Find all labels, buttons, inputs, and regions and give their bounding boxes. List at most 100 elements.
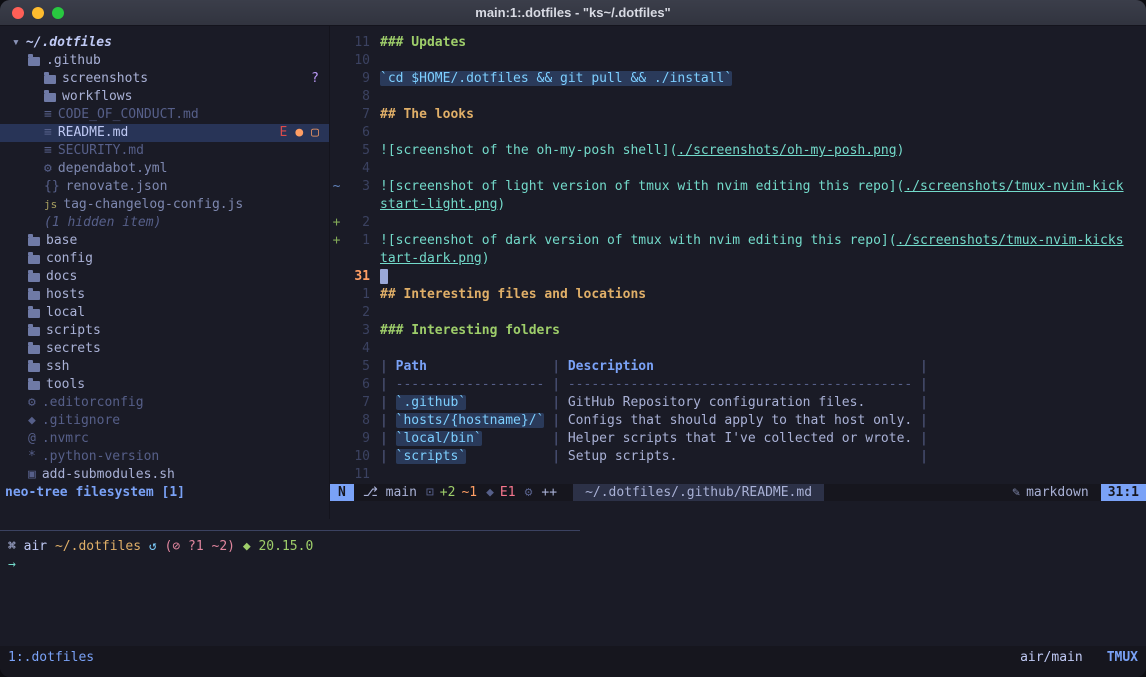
line-content[interactable]: ## Interesting files and locations: [380, 286, 1146, 304]
line-content[interactable]: [380, 214, 1146, 232]
inline-code: `scripts`: [396, 449, 466, 464]
tmux-pane-border[interactable]: [0, 530, 580, 531]
filetype-label: markdown: [1026, 485, 1089, 500]
tree-item-nvmrc[interactable]: @.nvmrc: [0, 430, 329, 448]
line-content[interactable]: ### Updates: [380, 34, 1146, 52]
untracked-badge: ?: [311, 70, 319, 88]
gutter-sign: [330, 358, 343, 376]
table-punctuation: |: [380, 449, 396, 464]
line-content[interactable]: start-light.png): [380, 196, 1146, 214]
file-tree: ▾~/.dotfiles.githubscreenshots?workflows…: [0, 26, 329, 484]
line-content[interactable]: [380, 52, 1146, 70]
table-punctuation: |: [544, 449, 567, 464]
line-number: 4: [343, 160, 370, 178]
line-content[interactable]: tart-dark.png): [380, 250, 1146, 268]
inline-code: `hosts/{hostname}/`: [396, 413, 545, 428]
tree-item-config[interactable]: config: [0, 250, 329, 268]
tree-item-label: .nvmrc: [42, 430, 89, 448]
tree-item-dependabot-yml[interactable]: ⚙dependabot.yml: [0, 160, 329, 178]
line-number: 7: [343, 106, 370, 124]
tree-item-hosts[interactable]: hosts: [0, 286, 329, 304]
tree-item-secrets[interactable]: secrets: [0, 340, 329, 358]
line-content[interactable]: ### Interesting folders: [380, 322, 1146, 340]
markdown-text: ![screenshot of the oh-my-posh shell](: [380, 143, 677, 158]
tree-item-gitignore[interactable]: ◆.gitignore: [0, 412, 329, 430]
line-content[interactable]: | `scripts` | Setup scripts. |: [380, 448, 1146, 466]
tree-item-label: workflows: [62, 88, 132, 106]
tree-item-python-version[interactable]: *.python-version: [0, 448, 329, 466]
tree-item-renovate-json[interactable]: {}renovate.json: [0, 178, 329, 196]
filetype-icon: ✎: [1012, 485, 1020, 500]
markdown-link[interactable]: start-light.png: [380, 197, 497, 212]
line-content[interactable]: [380, 268, 1146, 286]
tree-item-docs[interactable]: docs: [0, 268, 329, 286]
prompt-arrow[interactable]: →: [0, 556, 1146, 574]
line-content[interactable]: | `.github` | GitHub Repository configur…: [380, 394, 1146, 412]
line-content[interactable]: ![screenshot of light version of tmux wi…: [380, 178, 1146, 196]
tree-item-dotfiles[interactable]: ▾~/.dotfiles: [0, 34, 329, 52]
shell-icon: ▣: [28, 466, 36, 484]
tree-item-github[interactable]: .github: [0, 52, 329, 70]
tree-item-tools[interactable]: tools: [0, 376, 329, 394]
tree-item-local[interactable]: local: [0, 304, 329, 322]
tree-item-screenshots[interactable]: screenshots?: [0, 70, 329, 88]
markdown-text: ): [482, 251, 490, 266]
table-punctuation: |: [912, 431, 928, 446]
gutter-sign: [330, 466, 343, 484]
line-content[interactable]: | ------------------- | ----------------…: [380, 376, 1146, 394]
tree-item-base[interactable]: base: [0, 232, 329, 250]
editor-line: 11### Updates: [330, 34, 1146, 52]
tree-item-add-submodules-sh[interactable]: ▣add-submodules.sh: [0, 466, 329, 484]
diff-icon: ⊡: [426, 485, 434, 500]
line-content[interactable]: `cd $HOME/.dotfiles && git pull && ./ins…: [380, 70, 1146, 88]
line-content[interactable]: | `local/bin` | Helper scripts that I've…: [380, 430, 1146, 448]
tmux-window-label[interactable]: 1:.dotfiles: [8, 649, 94, 667]
line-content[interactable]: ## The looks: [380, 106, 1146, 124]
tree-item-label: tag-changelog-config.js: [63, 196, 243, 214]
modified-badge: ●: [295, 124, 303, 142]
zoom-button[interactable]: [52, 7, 64, 19]
table-punctuation: |: [544, 413, 567, 428]
diagnostics-errors: E1: [500, 485, 516, 500]
tree-item-tag-changelog-config-js[interactable]: jstag-changelog-config.js: [0, 196, 329, 214]
close-button[interactable]: [12, 7, 24, 19]
line-content[interactable]: ![screenshot of the oh-my-posh shell](./…: [380, 142, 1146, 160]
gutter-sign: [330, 70, 343, 88]
table-punctuation: ----------------------------------------…: [568, 377, 912, 392]
line-content[interactable]: [380, 160, 1146, 178]
spacer: [677, 449, 912, 464]
line-number: 3: [343, 322, 370, 340]
line-content[interactable]: | Path | Description |: [380, 358, 1146, 376]
line-content[interactable]: [380, 340, 1146, 358]
table-punctuation: |: [380, 377, 396, 392]
editor-line: ~3![screenshot of light version of tmux …: [330, 178, 1146, 196]
line-content[interactable]: [380, 124, 1146, 142]
line-content[interactable]: [380, 466, 1146, 484]
table-punctuation: |: [544, 359, 567, 374]
tree-item-ssh[interactable]: ssh: [0, 358, 329, 376]
unstaged-badge: ▢: [311, 124, 319, 142]
line-content[interactable]: [380, 88, 1146, 106]
tree-item-editorconfig[interactable]: ⚙.editorconfig: [0, 394, 329, 412]
line-content[interactable]: | `hosts/{hostname}/` | Configs that sho…: [380, 412, 1146, 430]
tree-item-workflows[interactable]: workflows: [0, 88, 329, 106]
editor-line: +1![screenshot of dark version of tmux w…: [330, 232, 1146, 250]
tree-item-code-of-conduct-md[interactable]: ≡CODE_OF_CONDUCT.md: [0, 106, 329, 124]
statusline-right: ✎ markdown 31:1: [1012, 484, 1146, 501]
titlebar: main:1:.dotfiles - "ks~/.dotfiles": [0, 0, 1146, 26]
tree-item-readme-md[interactable]: ≡README.mdE●▢: [0, 124, 329, 142]
folder-icon: [28, 363, 40, 372]
markdown-link[interactable]: tart-dark.png: [380, 251, 482, 266]
line-content[interactable]: [380, 304, 1146, 322]
markdown-link[interactable]: ./screenshots/oh-my-posh.png: [677, 143, 896, 158]
line-content[interactable]: ![screenshot of dark version of tmux wit…: [380, 232, 1146, 250]
tree-item-1-hidden-item[interactable]: (1 hidden item): [0, 214, 329, 232]
tree-item-scripts[interactable]: scripts: [0, 322, 329, 340]
tree-item-label: SECURITY.md: [58, 142, 144, 160]
inline-code: `local/bin`: [396, 431, 482, 446]
tree-item-security-md[interactable]: ≡SECURITY.md: [0, 142, 329, 160]
minimize-button[interactable]: [32, 7, 44, 19]
markdown-link[interactable]: ./screenshots/tmux-nvim-kick: [904, 179, 1123, 194]
markdown-link[interactable]: ./screenshots/tmux-nvim-kicks: [897, 233, 1124, 248]
editor-line: 11: [330, 466, 1146, 484]
